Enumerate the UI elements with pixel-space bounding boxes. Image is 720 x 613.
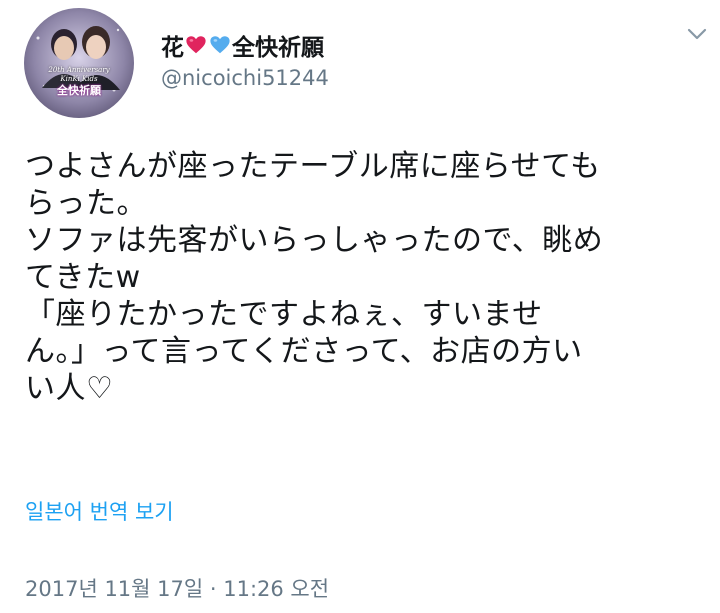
display-name[interactable]: 花 全快祈願	[161, 28, 324, 62]
avatar-caption-anniversary: 20th Anniversary	[48, 66, 110, 74]
avatar-caption-group: KinKi Kids	[60, 75, 98, 83]
tweet-text-line: 「座りたかったですよねぇ、すいませ	[25, 297, 543, 332]
tweet-text-line: てきたw	[25, 260, 141, 295]
tweet-text-line: つよさんが座ったテーブル席に座らせても	[25, 149, 601, 184]
translate-link[interactable]: 일본어 번역 보기	[25, 496, 174, 526]
tweet-text: つよさんが座ったテーブル席に座らせても らった。 ソファは先客がいらっしゃったの…	[25, 148, 705, 407]
display-name-suffix: 全快祈願	[232, 35, 324, 61]
avatar-caption-wish: 全快祈願	[57, 84, 101, 97]
avatar-image	[36, 26, 120, 92]
tweet-text-line: ん。」って言ってくださって、お店の方い	[25, 334, 583, 369]
tweet-timestamp[interactable]: 2017년 11월 17일 · 11:26 오전	[25, 573, 329, 603]
chevron-down-icon[interactable]	[686, 26, 708, 42]
tweet-text-line: ソファは先客がいらっしゃったので、眺め	[25, 223, 604, 258]
avatar[interactable]: 20th Anniversary KinKi Kids 全快祈願	[24, 8, 134, 118]
red-heart-icon	[185, 34, 207, 56]
tweet-card: 20th Anniversary KinKi Kids 全快祈願 花 全快祈願 …	[0, 0, 720, 613]
display-name-prefix: 花	[161, 35, 184, 61]
tweet-text-line: らった。	[25, 186, 147, 221]
tweet-text-line: い人♡	[25, 371, 114, 406]
blue-heart-icon	[209, 34, 231, 56]
user-handle[interactable]: @nicoichi51244	[161, 66, 329, 90]
